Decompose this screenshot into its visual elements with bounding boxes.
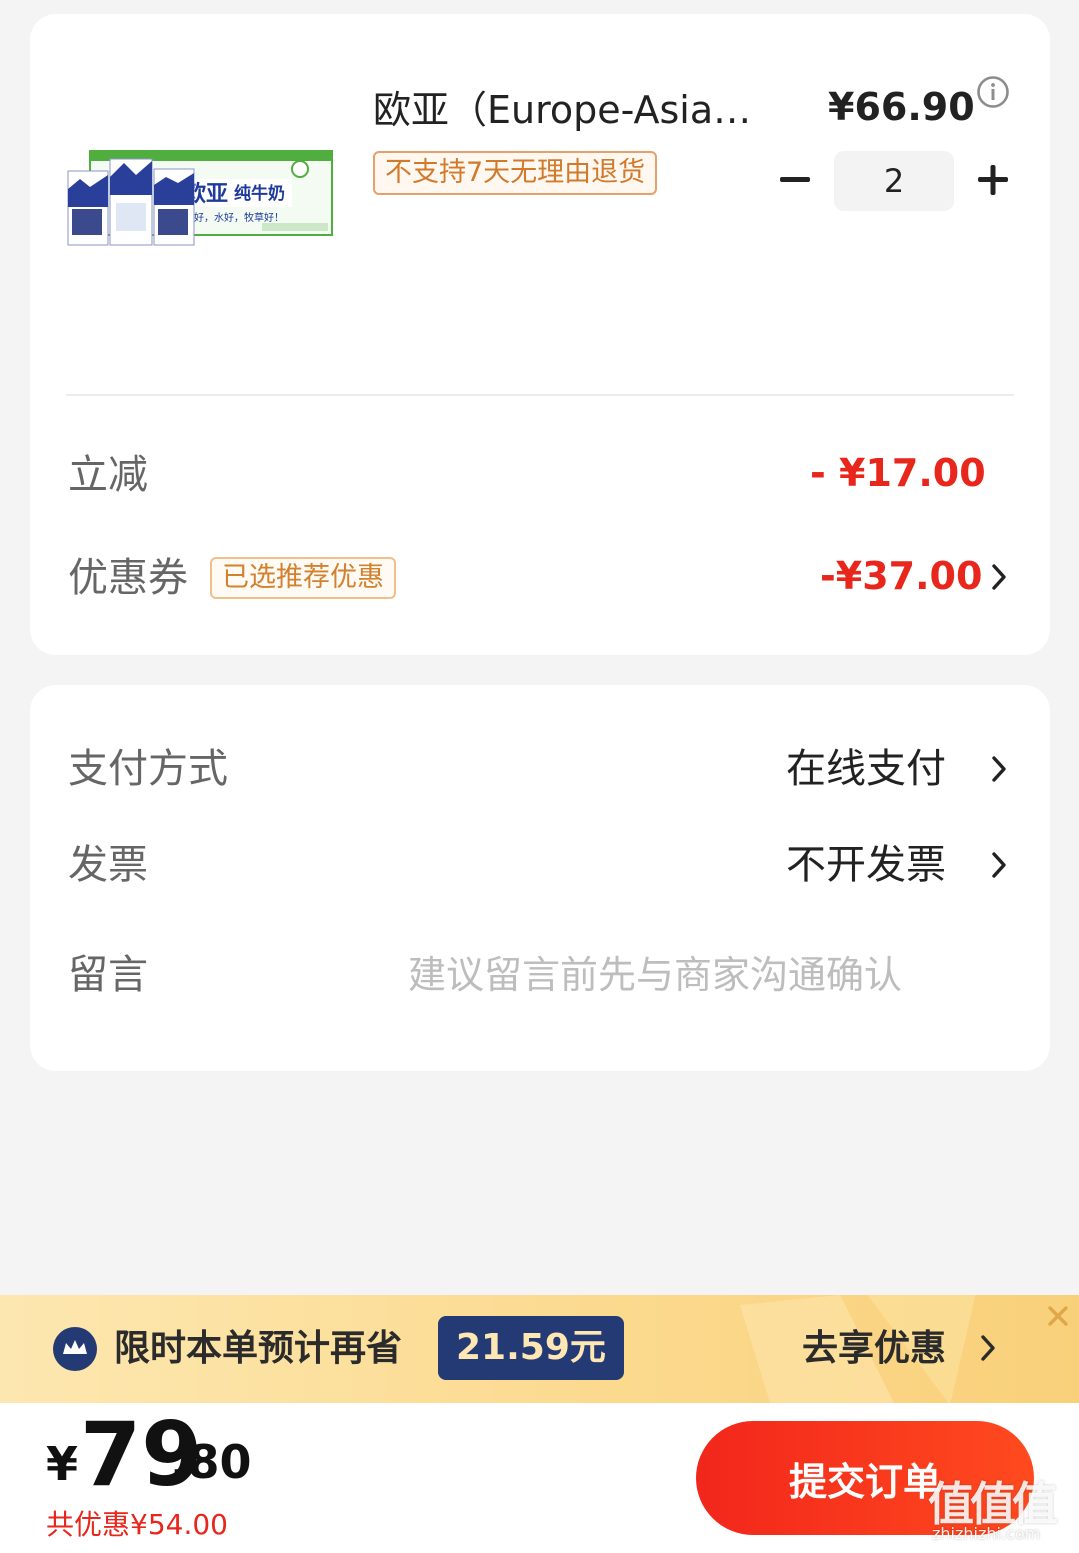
quantity-plus-button[interactable] [970,157,1016,203]
payment-method-chevron-icon[interactable] [988,753,1010,785]
message-input[interactable]: 建议留言前先与商家沟通确认 [408,947,902,1003]
total-price-decimal: .80 [170,1435,252,1489]
payment-method-label: 支付方式 [68,746,228,792]
invoice-value[interactable]: 不开发票 [786,837,946,893]
total-currency: ¥ [46,1437,79,1491]
divider [66,394,1014,396]
promo-cta[interactable]: 去享优惠 [802,1321,946,1377]
info-icon[interactable] [976,75,1010,109]
order-options-card: 支付方式 在线支付 发票 不开发票 留言 建议留言前先与商家沟通确认 [30,685,1050,1071]
invoice-label: 发票 [68,842,148,888]
coupon-chevron-icon[interactable] [988,561,1010,593]
checkout-bar: ¥ 79 .80 共优惠¥54.00 提交订单 [0,1403,1079,1553]
coupon-selected-badge: 已选推荐优惠 [210,557,396,599]
product-image-type: 纯牛奶 [234,183,285,204]
coupon-value[interactable]: -¥37.00 [820,548,982,604]
total-discount: 共优惠¥54.00 [46,1508,228,1541]
invoice-chevron-icon[interactable] [988,849,1010,881]
promo-chevron-icon[interactable] [978,1333,998,1363]
instant-discount-value: - ¥17.00 [810,451,986,495]
product-name[interactable]: 欧亚（Europe-Asia… [373,84,793,136]
promo-text: 限时本单预计再省 [114,1328,403,1369]
close-icon[interactable] [1044,1302,1072,1330]
instant-discount-label: 立减 [68,452,148,498]
product-image[interactable]: 欧亚 纯牛奶 山好，水好，牧草好！ [66,149,334,249]
quantity-minus-button[interactable] [772,157,818,203]
watermark-url: zhizhizhi.com [932,1524,1041,1543]
coupon-label: 优惠券 [68,555,188,601]
payment-method-value[interactable]: 在线支付 [786,741,946,797]
promo-amount-badge: 21.59元 [438,1316,624,1380]
message-label: 留言 [68,952,148,998]
product-price: ¥66.90 [828,85,975,129]
product-image-slogan: 山好，水好，牧草好！ [184,211,284,224]
return-policy-badge: 不支持7天无理由退货 [373,151,658,195]
promo-banner[interactable]: 限时本单预计再省 21.59元 去享优惠 [0,1295,1079,1403]
watermark: 值值值 zhizhizhi.com [928,1468,1072,1550]
crown-icon [53,1327,97,1371]
quantity-value[interactable]: 2 [834,151,954,211]
product-card: 欧亚 纯牛奶 山好，水好，牧草好！ 欧亚（Europe-Asia… ¥66.90… [30,14,1050,655]
